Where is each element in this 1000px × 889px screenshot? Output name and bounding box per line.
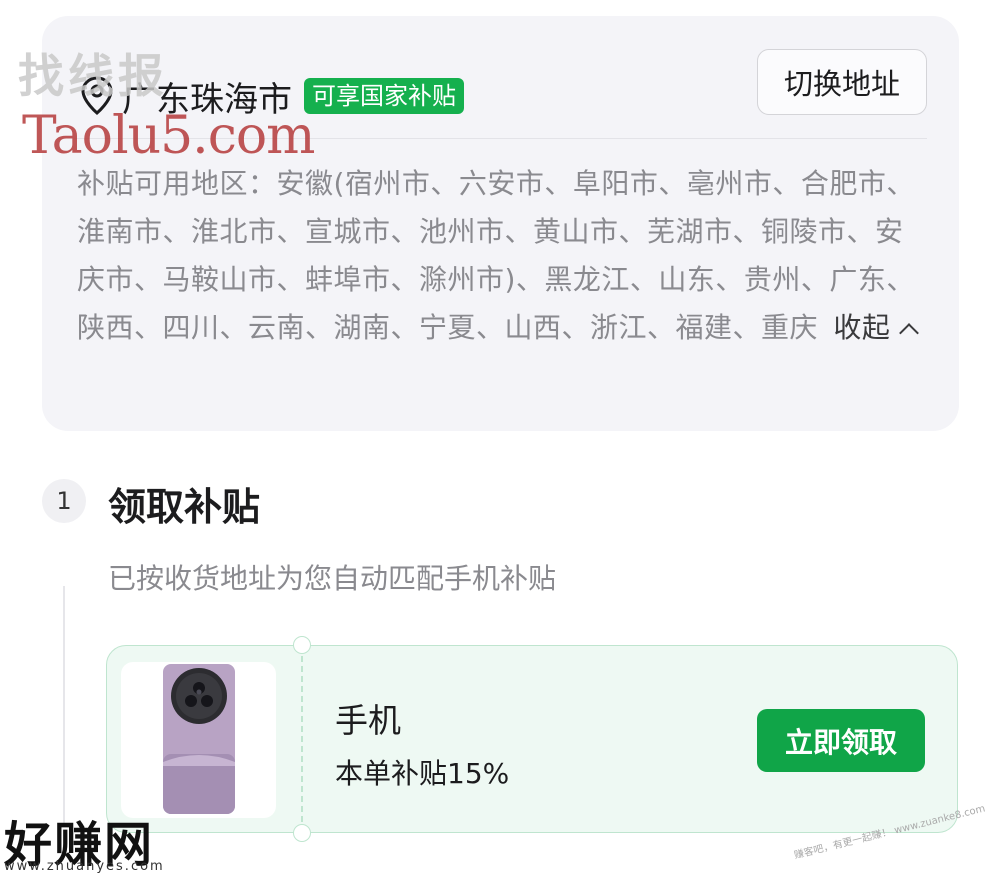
subsidy-eligible-badge: 可享国家补贴 — [304, 78, 464, 114]
step-title: 领取补贴 — [108, 485, 261, 529]
watermark-bottom-url: www.zhuanyes.com — [4, 859, 165, 874]
claim-now-button[interactable]: 立即领取 — [757, 709, 925, 772]
collapse-label: 收起 — [833, 311, 891, 344]
chevron-up-icon — [899, 323, 920, 343]
watermark-top-en: Taolu5.com — [22, 106, 315, 166]
coupon-notch-bottom — [293, 824, 311, 842]
coupon-category: 手机 — [335, 701, 401, 740]
watermark-top-cn: 找线报 — [18, 49, 168, 103]
watermark-top: 找线报 — [18, 40, 168, 106]
step-number-badge: 1 — [42, 479, 86, 523]
watermark-bottom: 好赚网 www.zhuanyes.com — [4, 805, 163, 875]
subsidy-coupon-card: 手机 本单补贴15% 立即领取 — [106, 636, 958, 842]
subsidy-regions-text: 补贴可用地区：安徽(宿州市、六安市、阜阳市、亳州市、合肥市、淮南市、淮北市、宣城… — [77, 160, 927, 352]
step-description: 已按收货地址为您自动匹配手机补贴 — [108, 562, 557, 595]
coupon-notch-top — [293, 636, 311, 654]
address-card: 广东珠海市 可享国家补贴 切换地址 补贴可用地区：安徽(宿州市、六安市、阜阳市、… — [42, 16, 959, 431]
coupon-separator — [301, 646, 303, 832]
coupon-rate: 本单补贴15% — [335, 757, 510, 790]
phone-product-image — [121, 662, 276, 818]
collapse-button[interactable]: 收起 — [833, 311, 920, 344]
regions-list: 补贴可用地区：安徽(宿州市、六安市、阜阳市、亳州市、合肥市、淮南市、淮北市、宣城… — [77, 167, 915, 344]
step-connector-line — [63, 586, 65, 826]
switch-address-button[interactable]: 切换地址 — [757, 49, 927, 115]
